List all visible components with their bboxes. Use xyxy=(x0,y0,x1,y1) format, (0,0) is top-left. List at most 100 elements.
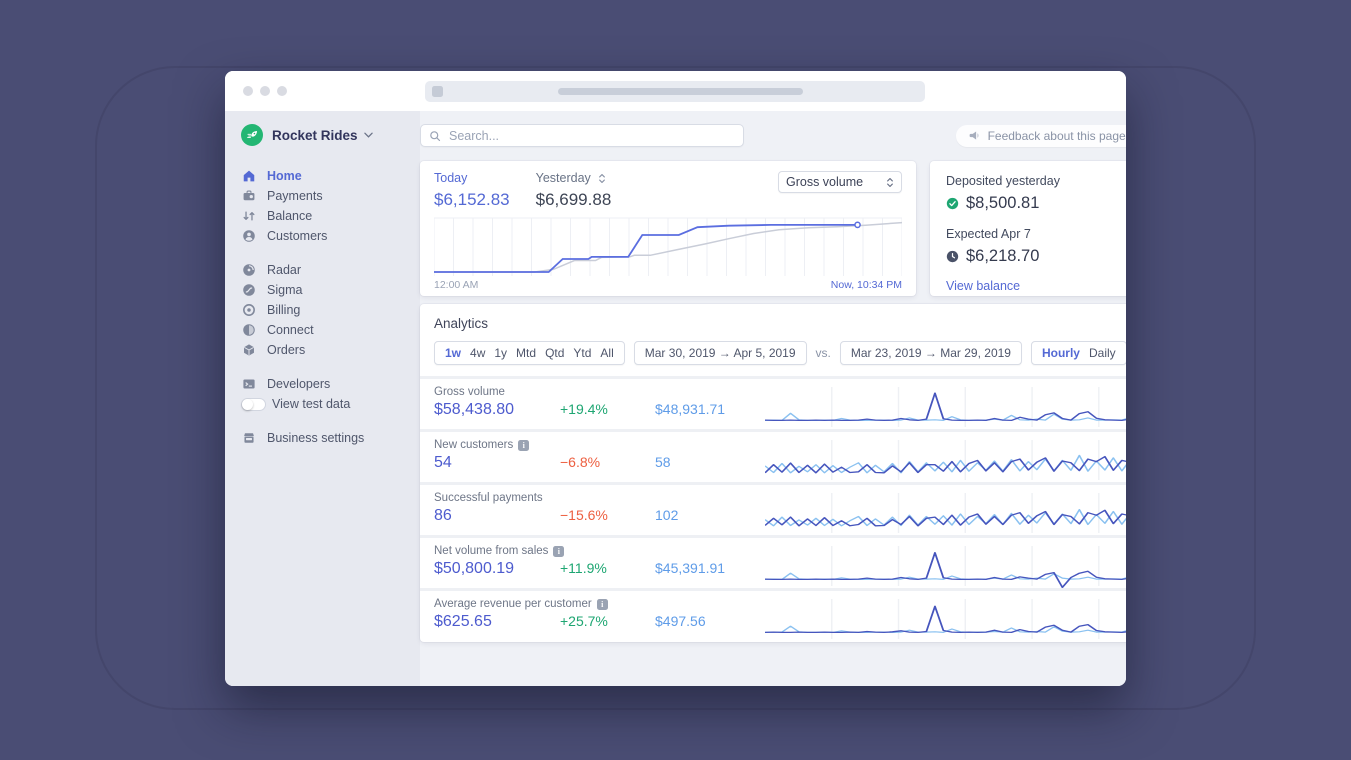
sidebar-section: Radar Sigma Billing Connect Orders xyxy=(241,260,420,360)
window-maximize-button[interactable] xyxy=(277,86,287,96)
metric-sparkline[interactable] xyxy=(765,492,1126,535)
topbar: Feedback about this page? 1 xyxy=(420,124,1126,147)
sidebar-item-developers[interactable]: Developers xyxy=(241,374,420,394)
metric-sparkline[interactable] xyxy=(765,545,1126,588)
main-content: Feedback about this page? 1 Today $6,1 xyxy=(420,111,1126,686)
metric-select[interactable]: Gross volume xyxy=(778,171,902,193)
sidebar-item-home[interactable]: Home xyxy=(241,166,420,186)
sidebar-item-label: Billing xyxy=(267,303,301,317)
metric-row-net-volume-from-sales[interactable]: Net volume from sales i $50,800.19 +11.9% $4… xyxy=(420,535,1126,588)
view-balance-link[interactable]: View balance xyxy=(946,279,1126,293)
period-label: Mar 30, 2019 → Apr 5, 2019 xyxy=(644,346,796,360)
updown-icon[interactable] xyxy=(598,173,606,184)
sidebar-item-business-settings[interactable]: Business settings xyxy=(241,428,420,448)
analytics-controls: 1w 4w 1y Mtd Qtd Ytd All Mar 30, 2019 → Apr 5,… xyxy=(420,341,1126,365)
today-label[interactable]: Today xyxy=(434,171,510,185)
check-circle-icon xyxy=(946,197,959,210)
metric-current-value: $625.65 xyxy=(434,613,492,630)
sidebar-section: Home Payments Balance Customers xyxy=(241,166,420,246)
granularity-daily[interactable]: Daily xyxy=(1089,346,1116,360)
today-vs-yesterday-chart[interactable] xyxy=(434,217,902,277)
select-chevrons-icon xyxy=(887,177,893,187)
range-option-qtd[interactable]: Qtd xyxy=(545,346,564,360)
range-option-mtd[interactable]: Mtd xyxy=(516,346,536,360)
home-icon xyxy=(241,169,256,184)
metric-previous-value: 58 xyxy=(655,454,671,470)
sidebar-item-label: View test data xyxy=(272,397,351,411)
sidebar-item-billing[interactable]: Billing xyxy=(241,300,420,320)
sidebar-item-radar[interactable]: Radar xyxy=(241,260,420,280)
metric-previous-value: 102 xyxy=(655,507,679,523)
range-option-1w[interactable]: 1w xyxy=(445,346,461,360)
sidebar-item-customers[interactable]: Customers xyxy=(241,226,420,246)
metric-sparkline[interactable] xyxy=(765,386,1126,429)
metric-current-value: 54 xyxy=(434,454,452,471)
metric-row-average-revenue-per-customer[interactable]: Average revenue per customer i $625.65 +25.… xyxy=(420,588,1126,641)
sidebar-item-orders[interactable]: Orders xyxy=(241,340,420,360)
chart-start-label: 12:00 AM xyxy=(434,279,479,291)
metric-sparkline[interactable] xyxy=(765,598,1126,641)
sidebar-item-sigma[interactable]: Sigma xyxy=(241,280,420,300)
range-option-ytd[interactable]: Ytd xyxy=(573,346,591,360)
toggle-off-icon[interactable] xyxy=(241,397,266,411)
megaphone-icon xyxy=(968,129,981,142)
metric-label: Net volume from sales xyxy=(434,545,549,557)
range-option-1y[interactable]: 1y xyxy=(494,346,507,360)
org-switcher[interactable]: Rocket Rides xyxy=(241,124,420,146)
analytics-title: Analytics xyxy=(434,316,489,331)
sidebar-item-label: Sigma xyxy=(267,283,303,297)
range-option-4w[interactable]: 4w xyxy=(470,346,485,360)
sidebar-item-connect[interactable]: Connect xyxy=(241,320,420,340)
site-favicon xyxy=(432,86,443,97)
yesterday-label[interactable]: Yesterday xyxy=(536,171,591,185)
deposited-label: Deposited yesterday xyxy=(946,174,1060,188)
search-icon xyxy=(430,130,441,141)
window-close-button[interactable] xyxy=(243,86,253,96)
sidebar-item-balance[interactable]: Balance xyxy=(241,206,420,226)
sidebar: Rocket Rides Home Payments Balance Customer… xyxy=(225,111,420,686)
window-minimize-button[interactable] xyxy=(260,86,270,96)
info-icon[interactable]: i xyxy=(553,545,565,557)
sidebar-item-view-test-data[interactable]: View test data xyxy=(241,394,420,414)
metric-label: Gross volume xyxy=(434,386,505,398)
range-option-all[interactable]: All xyxy=(600,346,613,360)
payments-icon xyxy=(241,189,256,204)
search-input[interactable] xyxy=(447,127,735,144)
url-text-placeholder xyxy=(558,88,803,95)
address-bar[interactable] xyxy=(425,81,925,102)
sidebar-item-payments[interactable]: Payments xyxy=(241,186,420,206)
metric-row-new-customers[interactable]: New customers i 54 −6.8% 58 xyxy=(420,429,1126,482)
feedback-button[interactable]: Feedback about this page? xyxy=(955,124,1126,147)
metric-summary: Successful payments 86 −15.6% 102 xyxy=(434,492,765,535)
metric-summary: New customers i 54 −6.8% 58 xyxy=(434,439,765,482)
metric-change: +25.7% xyxy=(560,613,608,629)
vs-label: vs. xyxy=(815,346,831,360)
sidebar-item-label: Customers xyxy=(267,229,328,243)
metric-previous-value: $497.56 xyxy=(655,613,706,629)
info-icon[interactable]: i xyxy=(518,439,530,451)
metric-label: Successful payments xyxy=(434,492,543,504)
search-box[interactable] xyxy=(420,124,744,147)
period-button[interactable]: Mar 30, 2019 → Apr 5, 2019 xyxy=(633,341,807,365)
metric-row-gross-volume[interactable]: Gross volume $58,438.80 +19.4% $48,931.71 xyxy=(420,376,1126,429)
customers-icon xyxy=(241,229,256,244)
sidebar-item-label: Orders xyxy=(267,343,306,357)
metric-change: +19.4% xyxy=(560,401,608,417)
granularity-hourly[interactable]: Hourly xyxy=(1042,346,1080,360)
compare-period-button[interactable]: Mar 23, 2019 → Mar 29, 2019 xyxy=(839,341,1022,365)
org-name: Rocket Rides xyxy=(272,127,358,143)
browser-chrome xyxy=(225,71,1126,111)
metric-sparkline[interactable] xyxy=(765,439,1126,482)
range-selector[interactable]: 1w 4w 1y Mtd Qtd Ytd All xyxy=(434,341,625,365)
granularity-toggle[interactable]: Hourly Daily xyxy=(1030,341,1126,365)
metric-row-successful-payments[interactable]: Successful payments 86 −15.6% 102 xyxy=(420,482,1126,535)
metric-previous-value: $45,391.91 xyxy=(655,560,726,576)
sidebar-item-label: Payments xyxy=(267,189,323,203)
sidebar-item-label: Home xyxy=(267,169,302,183)
info-icon[interactable]: i xyxy=(596,598,608,610)
compare-period-label: Mar 23, 2019 → Mar 29, 2019 xyxy=(850,346,1011,360)
metric-current-value: $50,800.19 xyxy=(434,560,515,577)
metric-summary: Net volume from sales i $50,800.19 +11.9% $4… xyxy=(434,545,765,588)
sidebar-item-label: Business settings xyxy=(267,431,365,445)
analytics-card: Analytics 1w 4w 1y Mtd Qtd Ytd All Mar 30, 201… xyxy=(420,304,1126,642)
